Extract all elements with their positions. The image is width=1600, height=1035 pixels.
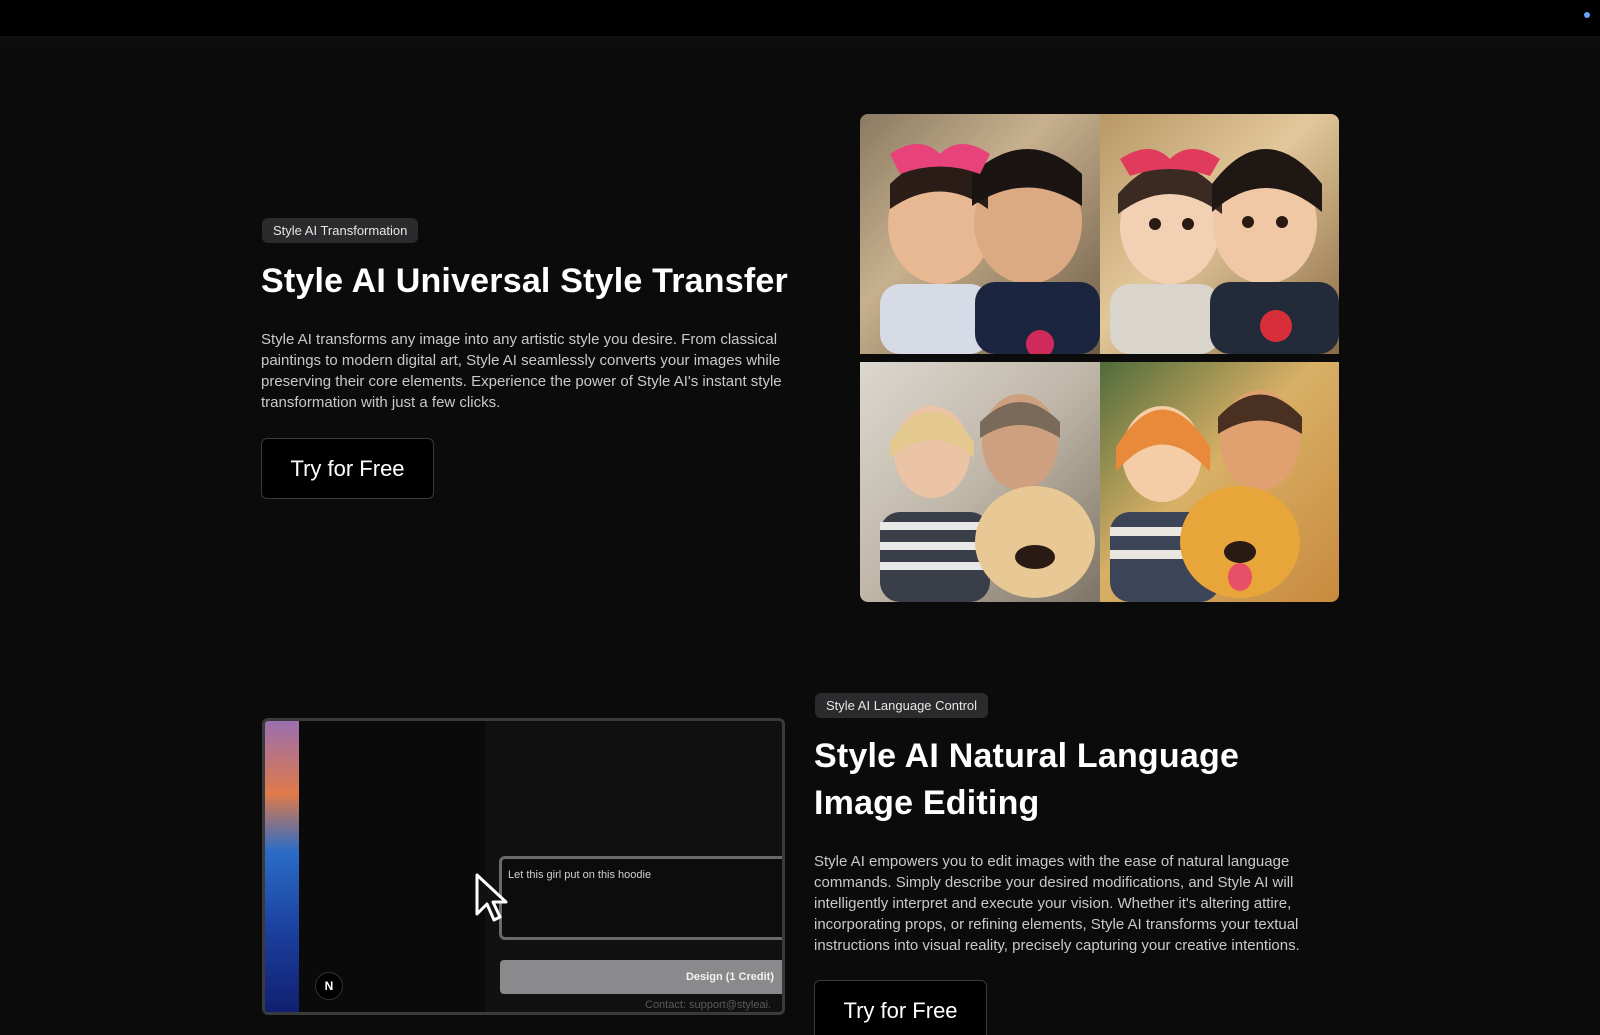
try-for-free-button-2[interactable]: Try for Free [814, 980, 987, 1035]
status-dot-icon [1584, 12, 1590, 18]
mouse-cursor-icon [475, 873, 508, 922]
demo-image-strip [265, 721, 299, 1012]
section2-badge: Style AI Language Control [815, 693, 989, 718]
top-bar-fade [0, 36, 1600, 56]
design-button[interactable]: Design (1 Credit) [500, 960, 782, 994]
top-bar [0, 0, 1600, 36]
grid-separator [860, 354, 1339, 362]
stylized-photo-family-dog [1100, 362, 1339, 602]
section2-title: Style AI Natural Language Image Editing [814, 733, 1334, 827]
section1-title: Style AI Universal Style Transfer [261, 262, 788, 300]
original-photo-family-dog [860, 362, 1100, 602]
section1-badge: Style AI Transformation [262, 218, 419, 243]
original-photo-kids [860, 114, 1100, 354]
prompt-input[interactable]: Let this girl put on this hoodie [499, 856, 782, 940]
section1-description: Style AI transforms any image into any a… [261, 331, 782, 411]
section2-title-line1: Style AI Natural Language [814, 737, 1240, 775]
section2-title-line2: Image Editing [814, 784, 1040, 822]
stylized-photo-kids [1100, 114, 1339, 354]
avatar[interactable]: N [315, 972, 343, 1000]
style-transfer-example-grid [860, 114, 1339, 602]
editing-demo-window: Let this girl put on this hoodie Design … [262, 718, 785, 1015]
contact-text: Contact: support@styleai. [645, 999, 772, 1011]
section2-description: Style AI empowers you to edit images wit… [814, 853, 1300, 954]
try-for-free-button[interactable]: Try for Free [261, 438, 434, 499]
